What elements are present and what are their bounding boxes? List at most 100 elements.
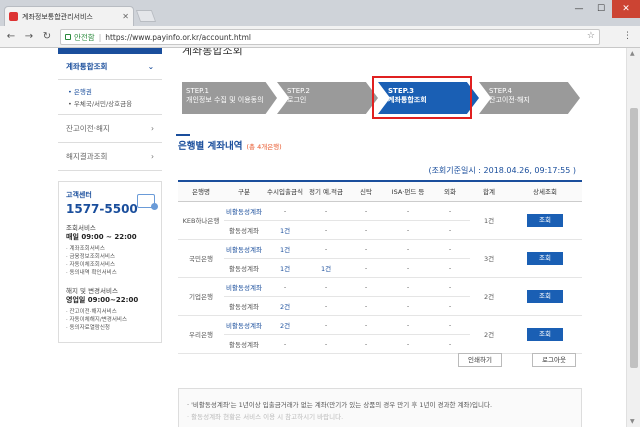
- bank-name: KEB하나은행: [178, 201, 224, 240]
- close-window-icon[interactable]: ✕: [612, 0, 640, 18]
- bank-name: 국민은행: [178, 239, 224, 278]
- detail-cell: 조회: [508, 201, 582, 240]
- sidebar-item-result[interactable]: 해지결과조회 ›: [58, 143, 162, 171]
- browser-menu-icon[interactable]: ⋮: [623, 31, 632, 41]
- cc-inq-hours: 매일 09:00 ~ 22:00: [66, 233, 137, 241]
- detail-button[interactable]: 조회: [527, 251, 563, 265]
- step-2: STEP.2 로그인: [277, 82, 378, 114]
- sidebar-item-account-inquiry[interactable]: 계좌통합조회 ⌄: [58, 54, 162, 80]
- address-bar[interactable]: 안전함 | https://www.payinfo.or.kr/account.…: [60, 29, 600, 45]
- detail-button[interactable]: 조회: [527, 213, 563, 227]
- table-header-row: 은행명 구분 수시입출금식 정기 예,적금 신탁 ISA·펀드 등 외화 합계 …: [178, 180, 582, 202]
- account-count: -: [264, 201, 306, 221]
- account-count: -: [306, 220, 346, 240]
- scrollbar[interactable]: ▲ ▼: [626, 48, 640, 427]
- account-type[interactable]: 비활동성계좌: [224, 239, 264, 259]
- account-count: -: [386, 296, 430, 316]
- cc-inq-item: · 동의내역 확인서비스: [66, 270, 117, 276]
- favicon-icon: [9, 12, 18, 21]
- col-header: 정기 예,적금: [306, 180, 346, 202]
- detail-button[interactable]: 조회: [527, 289, 563, 303]
- col-header: 상세조회: [508, 180, 582, 202]
- minimize-icon[interactable]: —: [568, 0, 590, 18]
- row-total: 1건: [470, 201, 508, 240]
- back-icon[interactable]: ←: [4, 30, 18, 44]
- col-header: 수시입출금식: [264, 180, 306, 202]
- account-count: -: [386, 258, 430, 278]
- close-tab-icon[interactable]: ✕: [122, 12, 129, 21]
- account-count: -: [430, 201, 470, 221]
- new-tab-button[interactable]: [135, 10, 157, 22]
- account-count: -: [306, 239, 346, 259]
- account-count: 1건: [264, 258, 306, 278]
- col-header: ISA·펀드 등: [386, 180, 430, 202]
- account-count: -: [346, 220, 386, 240]
- account-count: -: [346, 296, 386, 316]
- account-count: -: [346, 315, 386, 335]
- account-count: 1건: [264, 239, 306, 259]
- account-type[interactable]: 비활동성계좌: [224, 315, 264, 335]
- scroll-up-icon[interactable]: ▲: [630, 50, 635, 57]
- submenu-item-postal[interactable]: • 우체국/서민/상호금융: [68, 98, 152, 110]
- chevron-right-icon: ›: [151, 124, 154, 133]
- account-count: -: [386, 277, 430, 297]
- print-button[interactable]: 인쇄하기: [458, 353, 502, 367]
- maximize-icon[interactable]: ☐: [590, 0, 612, 18]
- account-count: -: [264, 334, 306, 354]
- reload-icon[interactable]: ↻: [40, 30, 54, 44]
- account-count: 2건: [264, 315, 306, 335]
- submenu-item-bank[interactable]: • 은행권: [68, 86, 152, 98]
- cc-inq-item: · 금융정보조회서비스: [66, 254, 116, 260]
- cc-chg-item: · 자동이체해지/변경서비스: [66, 317, 128, 323]
- account-count: -: [306, 334, 346, 354]
- step-4: STEP.4 잔고이전·해지: [479, 82, 580, 114]
- cc-chg-hours: 영업일 09:00~22:00: [66, 296, 139, 304]
- account-count: -: [386, 315, 430, 335]
- bank-name: 기업은행: [178, 277, 224, 316]
- section-accent: [176, 134, 190, 136]
- bank-name: 우리은행: [178, 315, 224, 354]
- highlight-box: [372, 76, 472, 119]
- account-count: -: [386, 220, 430, 240]
- customer-center-icon: [137, 194, 158, 210]
- account-count: -: [430, 220, 470, 240]
- forward-icon[interactable]: →: [22, 30, 36, 44]
- account-count: -: [346, 277, 386, 297]
- col-header: 은행명: [178, 180, 224, 202]
- account-count: -: [306, 315, 346, 335]
- url-separator: |: [98, 32, 102, 42]
- table-row: 우리은행 비활동성계좌 2건 - - - -2건 조회: [178, 315, 582, 354]
- cc-inq-item: · 자동이체조회서비스: [66, 262, 116, 268]
- cc-chg-item: · 잔고이전·해지서비스: [66, 309, 117, 315]
- sidebar-item-transfer[interactable]: 잔고이전·해지 ›: [58, 115, 162, 143]
- row-total: 2건: [470, 277, 508, 316]
- notice-text: · '비활동성계좌'는 1년이상 입출금거래가 없는 계좌(만기가 있는 상품의…: [187, 401, 493, 409]
- col-header: 합계: [470, 180, 508, 202]
- account-count: -: [346, 201, 386, 221]
- account-type: 활동성계좌: [224, 258, 264, 278]
- browser-tabbar: 계좌정보통합관리서비스 ✕ — ☐ ✕: [0, 0, 640, 26]
- account-count: -: [430, 277, 470, 297]
- chevron-up-icon: ⌄: [147, 62, 154, 71]
- account-count: -: [346, 258, 386, 278]
- accounts-table: 은행명 구분 수시입출금식 정기 예,적금 신탁 ISA·펀드 등 외화 합계 …: [178, 180, 582, 354]
- address-bar-row: ← → ↻ 안전함 | https://www.payinfo.or.kr/ac…: [0, 26, 640, 48]
- logout-button[interactable]: 로그아웃: [532, 353, 576, 367]
- cc-inq-item: · 계좌조회서비스: [66, 246, 105, 252]
- tab-title: 계좌정보통합관리서비스: [22, 12, 93, 21]
- account-count: -: [430, 315, 470, 335]
- chevron-right-icon: ›: [151, 152, 154, 161]
- detail-button[interactable]: 조회: [527, 327, 563, 341]
- customer-center: 고객센터 1577-5500 조회서비스 매일 09:00 ~ 22:00 · …: [58, 181, 162, 343]
- lock-icon: [65, 34, 71, 40]
- step-1: STEP.1 개인정보 수집 및 이용동의: [182, 82, 277, 114]
- bookmark-star-icon[interactable]: ☆: [587, 31, 595, 41]
- scrollbar-thumb[interactable]: [630, 108, 638, 368]
- sidebar-submenu: • 은행권 • 우체국/서민/상호금융: [58, 80, 162, 115]
- scroll-down-icon[interactable]: ▼: [630, 418, 635, 425]
- browser-tab[interactable]: 계좌정보통합관리서비스 ✕: [4, 6, 134, 26]
- account-type[interactable]: 비활동성계좌: [224, 201, 264, 221]
- account-count: -: [264, 277, 306, 297]
- section-title: 은행별 계좌내역 (총 4개은행): [178, 141, 282, 152]
- account-type[interactable]: 비활동성계좌: [224, 277, 264, 297]
